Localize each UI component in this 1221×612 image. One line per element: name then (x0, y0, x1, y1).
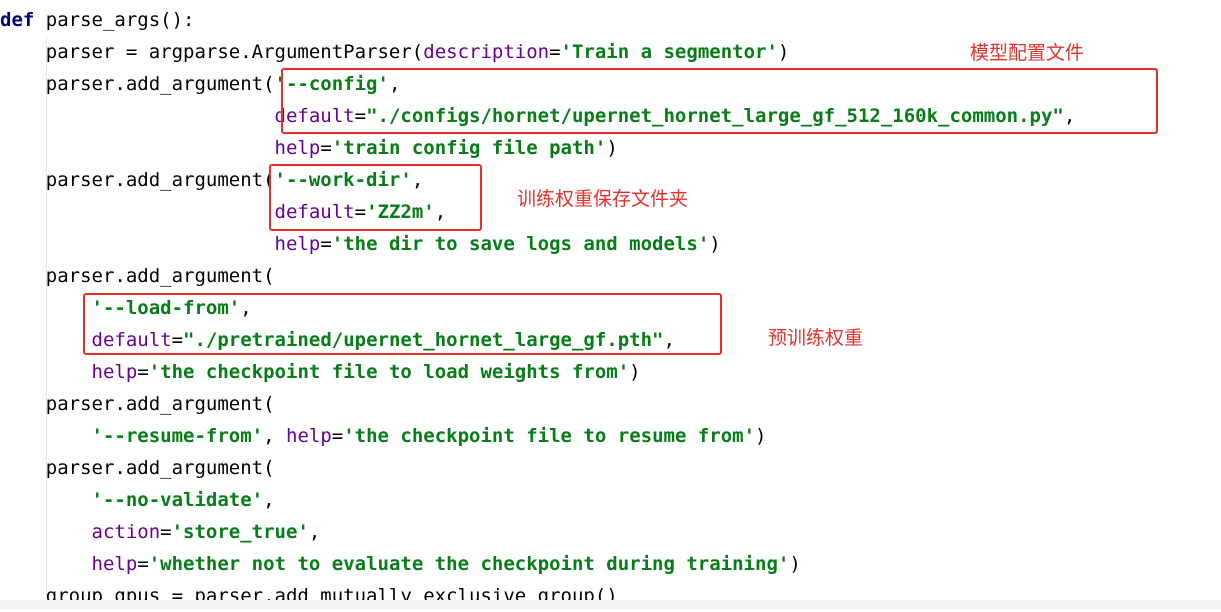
code-text: = (331, 425, 344, 447)
keyword: def (0, 9, 35, 31)
horizontal-scrollbar[interactable] (0, 600, 1221, 609)
code-line[interactable]: parser.add_argument( (0, 388, 275, 420)
keyword-argument: description (423, 41, 550, 63)
code-line[interactable]: '--resume-from', help='the checkpoint fi… (0, 420, 767, 452)
string-literal: 'whether not to evaluate the checkpoint … (148, 553, 790, 575)
code-text: , (263, 489, 275, 511)
code-text: ) (606, 137, 618, 159)
string-literal: 'the checkpoint file to resume from' (343, 425, 756, 447)
keyword-argument: action (91, 521, 161, 543)
code-text: ) (789, 553, 801, 575)
code-text: ) (777, 41, 790, 63)
code-text: = (549, 41, 561, 63)
keyword-argument: help (91, 361, 138, 383)
code-line[interactable]: help='the dir to save logs and models') (0, 228, 721, 260)
code-line[interactable]: help='train config file path') (0, 132, 618, 164)
code-text: = (160, 521, 172, 543)
code-line[interactable]: parser = argparse.ArgumentParser(descrip… (0, 36, 790, 68)
code-text: parse_args(): (34, 9, 195, 31)
keyword-argument: help (274, 137, 321, 159)
code-text: ) (755, 425, 767, 447)
code-text: parser = argparse.ArgumentParser( (0, 41, 424, 63)
string-literal: 'the checkpoint file to load weights fro… (148, 361, 630, 383)
code-text: = (137, 553, 149, 575)
code-text: ) (709, 233, 721, 255)
code-text: parser.add_argument( (0, 393, 275, 415)
keyword-argument: help (286, 425, 332, 447)
keyword-argument: help (91, 553, 138, 575)
string-literal: '--resume-from' (91, 425, 264, 447)
code-text: parser.add_argument( (0, 169, 275, 191)
highlight-box-config (281, 68, 1158, 134)
string-literal: 'store_true' (171, 521, 309, 543)
code-line[interactable]: parser.add_argument( (0, 260, 275, 292)
code-line[interactable]: help='the checkpoint file to load weight… (0, 356, 641, 388)
string-literal: 'train config file path' (331, 137, 607, 159)
string-literal: 'the dir to save logs and models' (331, 233, 710, 255)
code-line[interactable]: '--no-validate', (0, 484, 275, 516)
code-text: = (320, 233, 332, 255)
keyword-argument: help (274, 233, 321, 255)
code-text: = (320, 137, 332, 159)
string-literal: '--no-validate' (91, 489, 264, 511)
code-text: , (308, 521, 321, 543)
code-text: parser.add_argument( (0, 457, 275, 479)
code-editor[interactable]: def parse_args(): parser = argparse.Argu… (0, 0, 1221, 609)
highlight-box-work-dir (269, 164, 482, 231)
code-line[interactable]: help='whether not to evaluate the checkp… (0, 548, 801, 580)
code-text: = (137, 361, 149, 383)
annotation-config: 模型配置文件 (970, 42, 1085, 64)
code-text: ) (629, 361, 641, 383)
code-line[interactable]: def parse_args(): (0, 4, 194, 36)
annotation-load-from: 预训练权重 (768, 327, 864, 349)
code-line[interactable]: action='store_true', (0, 516, 321, 548)
annotation-work-dir: 训练权重保存文件夹 (517, 188, 689, 210)
highlight-box-load-from (83, 293, 722, 355)
code-text: , (263, 425, 286, 447)
code-text: parser.add_argument( (0, 265, 275, 287)
code-line[interactable]: parser.add_argument( (0, 452, 275, 484)
string-literal: 'Train a segmentor' (560, 41, 778, 63)
code-text: parser.add_argument( (0, 73, 275, 95)
